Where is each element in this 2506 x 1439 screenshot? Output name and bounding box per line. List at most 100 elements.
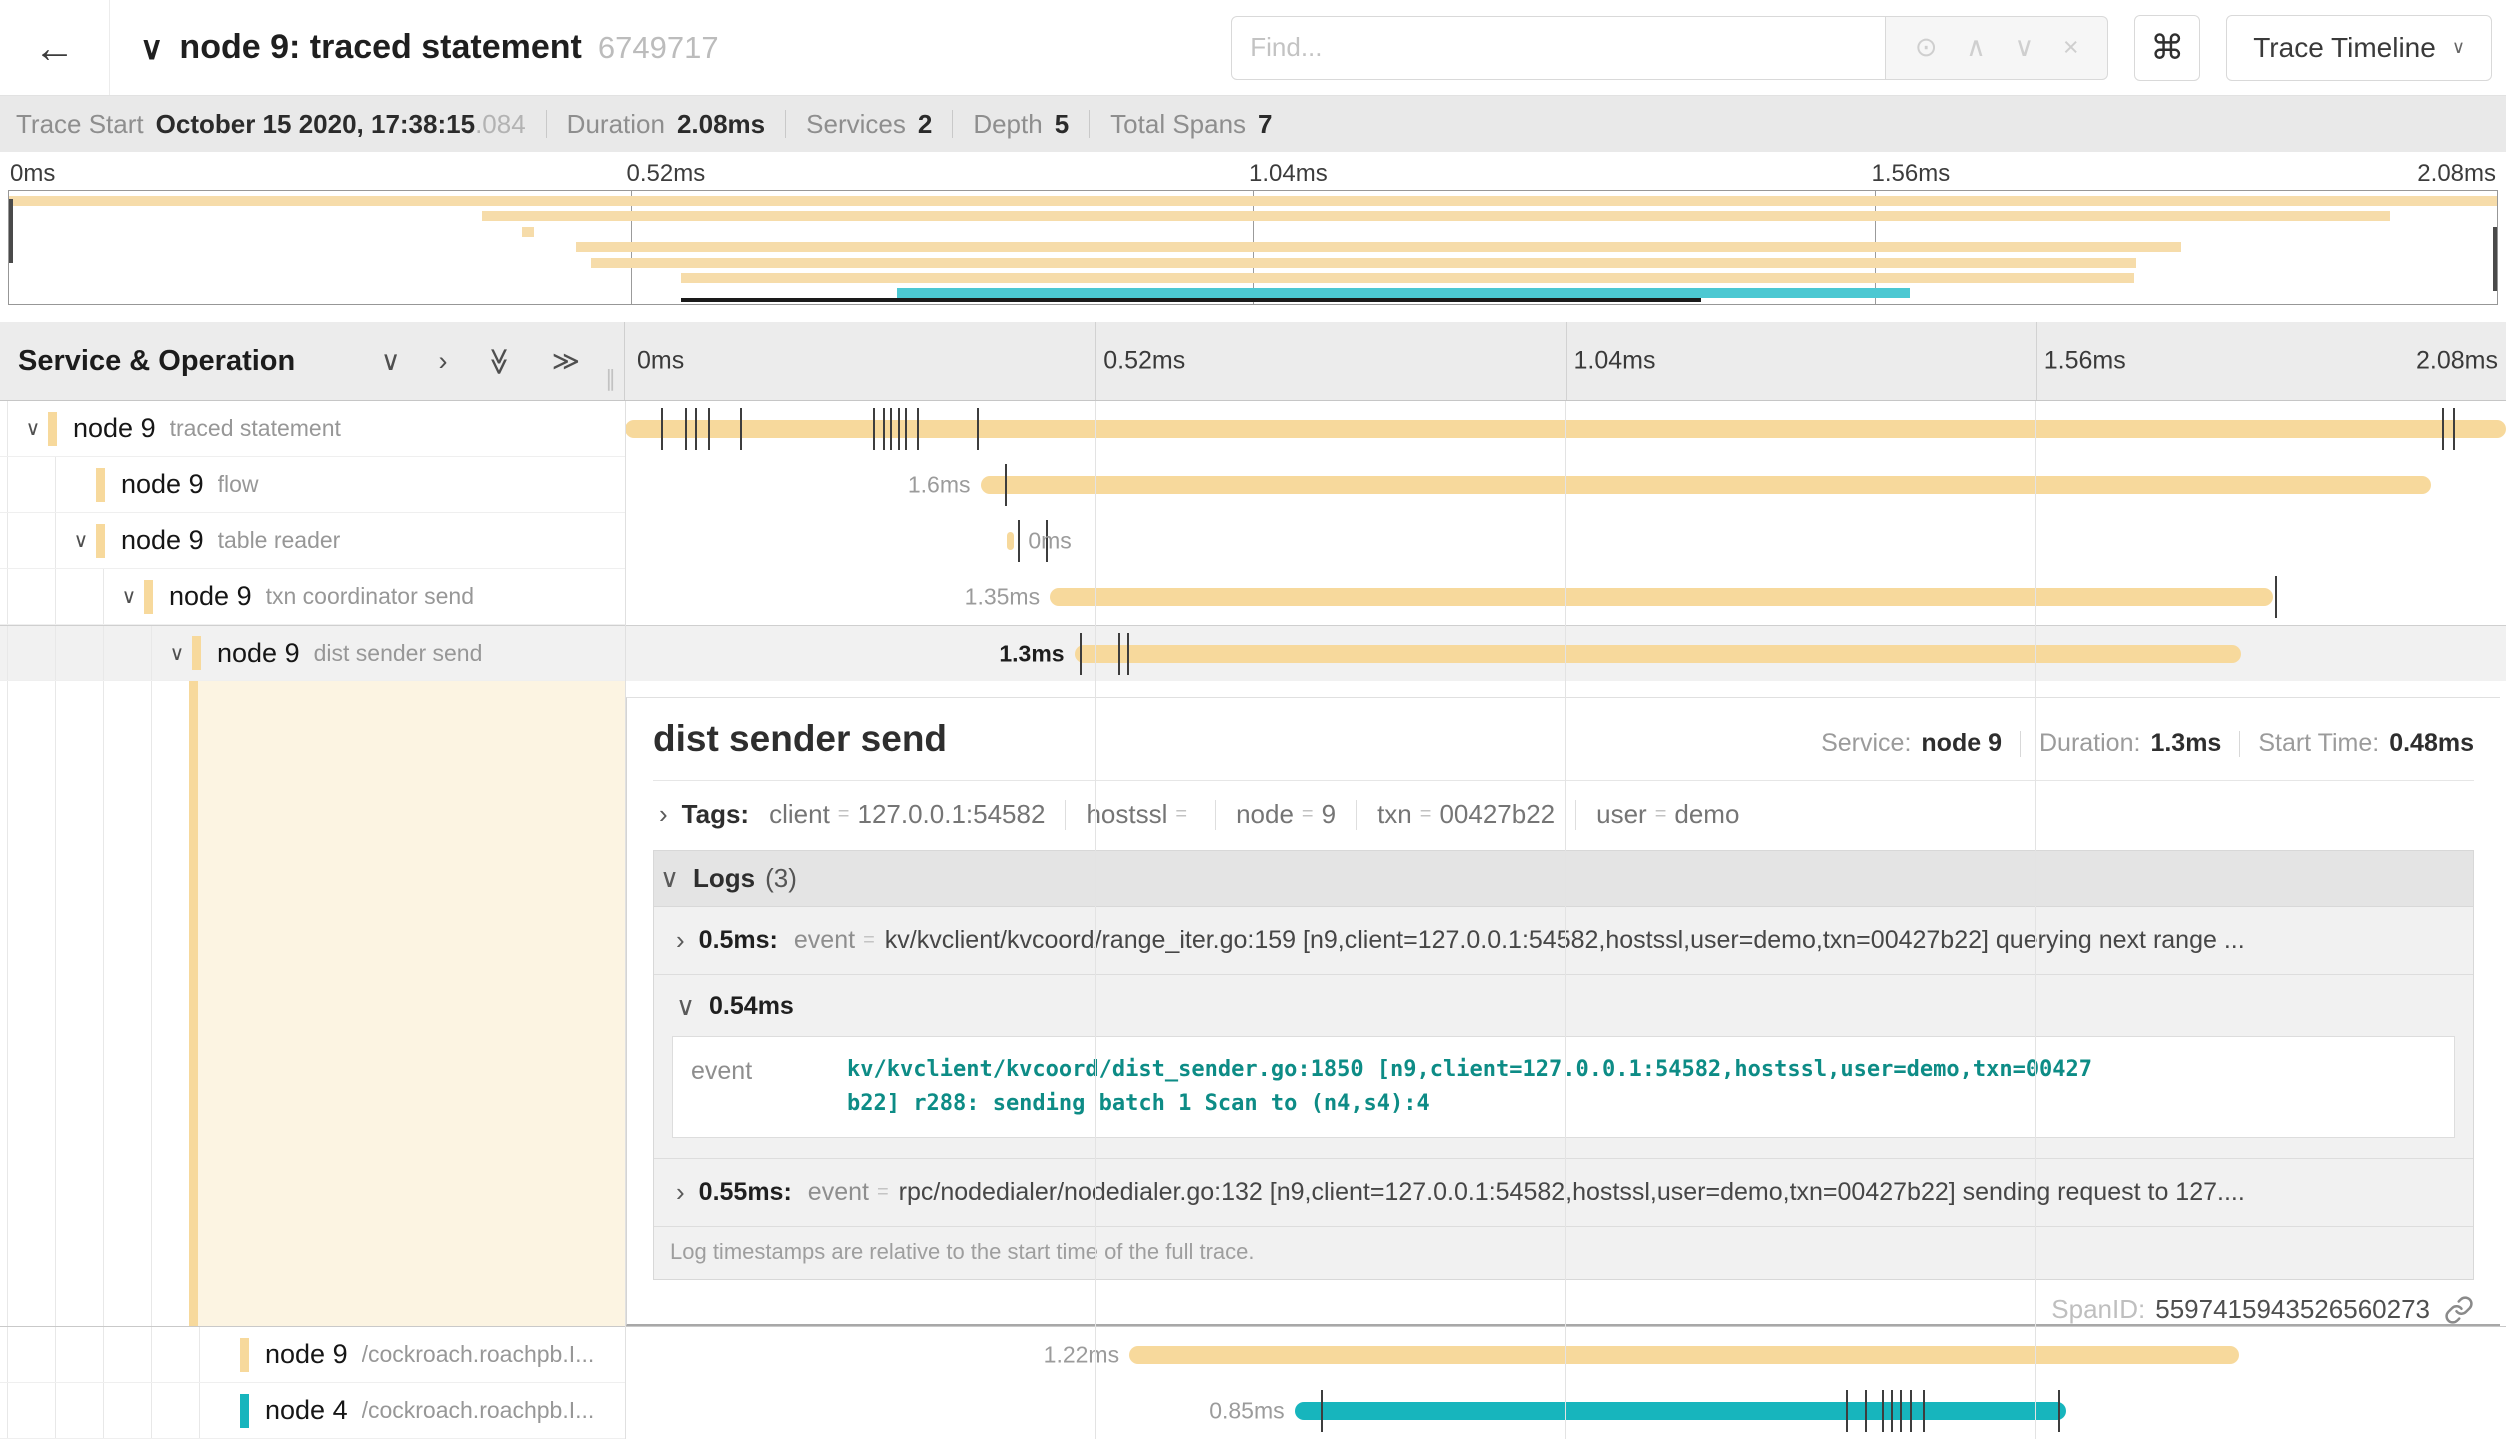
span-duration-label: 1.35ms	[965, 584, 1040, 611]
span-log-tick	[1080, 633, 1082, 675]
top-bar: ← ∨ node 9: traced statement 6749717 ⊙∧∨…	[0, 0, 2506, 96]
tree-guide-line	[55, 1383, 56, 1438]
span-name-cell[interactable]: ∨node 9txn coordinator send	[0, 569, 625, 625]
span-service-name: node 9	[169, 581, 252, 612]
summary-item: Trace StartOctober 15 2020, 17:38:15.084	[16, 109, 526, 140]
tag-value: demo	[1674, 799, 1739, 830]
clear-search-icon[interactable]: ×	[2063, 32, 2079, 63]
trace-view-dropdown[interactable]: Trace Timeline ∨	[2226, 15, 2492, 81]
next-result-icon[interactable]: ∨	[2014, 32, 2034, 63]
span-service-name: node 4	[265, 1395, 348, 1426]
span-log-tick	[1865, 1390, 1867, 1432]
span-operation-name: traced statement	[170, 415, 341, 442]
minimap-tick-label: 0.52ms	[627, 160, 706, 188]
span-operation-name: dist sender send	[314, 640, 483, 667]
span-name-cell[interactable]: ∨node 9flow	[0, 457, 625, 513]
span-row[interactable]: ∨node 9traced statement	[0, 401, 2506, 457]
span-expander-icon[interactable]: ∨	[66, 528, 96, 553]
span-detail-panel: dist sender send Service:node 9Duration:…	[626, 697, 2500, 1326]
ruler-tick-label: 0ms	[637, 347, 684, 376]
tree-guide-line	[7, 1327, 8, 1382]
log-field-value: kv/kvclient/kvcoord/dist_sender.go:1850 …	[823, 1037, 2123, 1137]
tags-accordion[interactable]: › Tags: client=127.0.0.1:54582hostssl=no…	[653, 799, 2474, 830]
log-field-key: event	[808, 1178, 869, 1207]
minimap-span-bar	[681, 273, 2134, 283]
span-name-cell[interactable]: ∨node 9/cockroach.roachpb.I...	[0, 1327, 625, 1383]
log-entry: ›0.55ms:event=rpc/nodedialer/nodedialer.…	[654, 1159, 2473, 1227]
summary-item-label: Duration	[567, 109, 665, 139]
span-row[interactable]: ∨node 9dist sender send1.3ms	[0, 625, 2506, 681]
tag-separator	[1065, 800, 1066, 830]
prev-result-icon[interactable]: ∧	[1966, 32, 1986, 63]
minimap-span-bar	[522, 227, 534, 237]
equals-icon: =	[1175, 803, 1187, 826]
tag-value: 00427b22	[1439, 799, 1555, 830]
locate-icon[interactable]: ⊙	[1915, 32, 1938, 63]
logs-accordion: ∨ Logs (3) ›0.5ms:event=kv/kvclient/kvco…	[653, 850, 2474, 1280]
log-timestamp: 0.54ms	[709, 992, 794, 1021]
span-name-cell[interactable]: ∨node 9dist sender send	[0, 626, 625, 681]
log-field-value: rpc/nodedialer/nodedialer.go:132 [n9,cli…	[899, 1178, 2457, 1207]
span-duration-bar[interactable]	[1295, 1402, 2066, 1420]
log-fields-table: eventkv/kvclient/kvcoord/dist_sender.go:…	[672, 1036, 2455, 1138]
tag-key: txn	[1377, 799, 1412, 830]
log-field-key: event	[673, 1037, 823, 1137]
log-field-key: event	[794, 926, 855, 955]
minimap-span-bar	[591, 258, 2136, 268]
collapse-all-icon[interactable]: ≫	[484, 347, 515, 375]
summary-item-value: October 15 2020, 17:38:15	[156, 109, 475, 139]
span-row[interactable]: ∨node 4/cockroach.roachpb.I...0.85ms	[0, 1383, 2506, 1439]
span-duration-bar[interactable]	[1050, 588, 2273, 606]
span-row[interactable]: ∨node 9flow1.6ms	[0, 457, 2506, 513]
span-log-tick	[1900, 1390, 1902, 1432]
span-row[interactable]: ∨node 9table reader0ms	[0, 513, 2506, 569]
trace-id: 6749717	[598, 30, 719, 66]
span-name-cell[interactable]: ∨node 9traced statement	[0, 401, 625, 457]
timeline-column-header: Service & Operation ∨›≫≫ ∥ 0ms0.52ms1.04…	[0, 322, 2506, 401]
ruler-gridline	[1566, 322, 1567, 400]
log-entries: ›0.5ms:event=kv/kvclient/kvcoord/range_i…	[654, 907, 2473, 1227]
span-expander-icon[interactable]: ∨	[114, 584, 144, 609]
summary-item-value: 2	[918, 109, 932, 139]
log-entry-line[interactable]: ›0.5ms:event=kv/kvclient/kvcoord/range_i…	[654, 907, 2473, 974]
tree-guide-line	[103, 569, 104, 624]
span-service-name: node 9	[121, 525, 204, 556]
equals-icon: =	[1302, 803, 1314, 826]
tree-guide-line	[151, 681, 152, 1326]
span-log-tick	[661, 408, 663, 450]
span-row[interactable]: ∨node 9txn coordinator send1.35ms	[0, 569, 2506, 625]
equals-icon: =	[1420, 803, 1432, 826]
span-duration-bar[interactable]	[1129, 1346, 2239, 1364]
span-name-cell[interactable]: ∨node 9table reader	[0, 513, 625, 569]
span-row[interactable]: ∨node 9/cockroach.roachpb.I...1.22ms	[0, 1327, 2506, 1383]
log-entry-expanded-header[interactable]: ∨0.54ms	[654, 975, 2473, 1022]
collapse-one-icon[interactable]: ∨	[381, 346, 401, 377]
minimap-canvas[interactable]	[8, 190, 2498, 305]
summary-item-value: 2.08ms	[677, 109, 765, 139]
span-expander-icon[interactable]: ∨	[162, 641, 192, 666]
service-operation-title: Service & Operation	[18, 345, 295, 378]
summary-item: Depth5	[973, 109, 1069, 140]
log-entry: ›0.5ms:event=kv/kvclient/kvcoord/range_i…	[654, 907, 2473, 975]
log-entry-line[interactable]: ›0.55ms:event=rpc/nodedialer/nodedialer.…	[654, 1159, 2473, 1226]
meta-value: 0.48ms	[2389, 729, 2474, 758]
span-name-cell[interactable]: ∨node 4/cockroach.roachpb.I...	[0, 1383, 625, 1439]
ruler-tick-label: 1.04ms	[1574, 347, 1656, 376]
logs-header[interactable]: ∨ Logs (3)	[654, 851, 2473, 907]
tree-guide-line	[199, 1327, 200, 1382]
column-resize-handle[interactable]: ∥	[605, 366, 616, 392]
span-duration-bar[interactable]	[1007, 532, 1015, 550]
span-expander-icon[interactable]: ∨	[18, 416, 48, 441]
minimap-right-scrubber[interactable]	[2493, 227, 2497, 291]
find-input[interactable]	[1231, 16, 1886, 80]
keyboard-shortcuts-button[interactable]: ⌘	[2134, 15, 2200, 81]
link-icon[interactable]	[2444, 1295, 2474, 1325]
back-button[interactable]: ←	[0, 0, 110, 95]
expand-all-icon[interactable]: ≫	[552, 346, 580, 377]
span-duration-bar[interactable]	[1075, 645, 2241, 663]
span-log-tick	[2453, 408, 2455, 450]
trace-collapse-icon[interactable]: ∨	[140, 29, 163, 67]
minimap-left-scrubber[interactable]	[9, 199, 13, 263]
expand-one-icon[interactable]: ›	[438, 346, 447, 377]
span-duration-bar[interactable]	[981, 476, 2431, 494]
